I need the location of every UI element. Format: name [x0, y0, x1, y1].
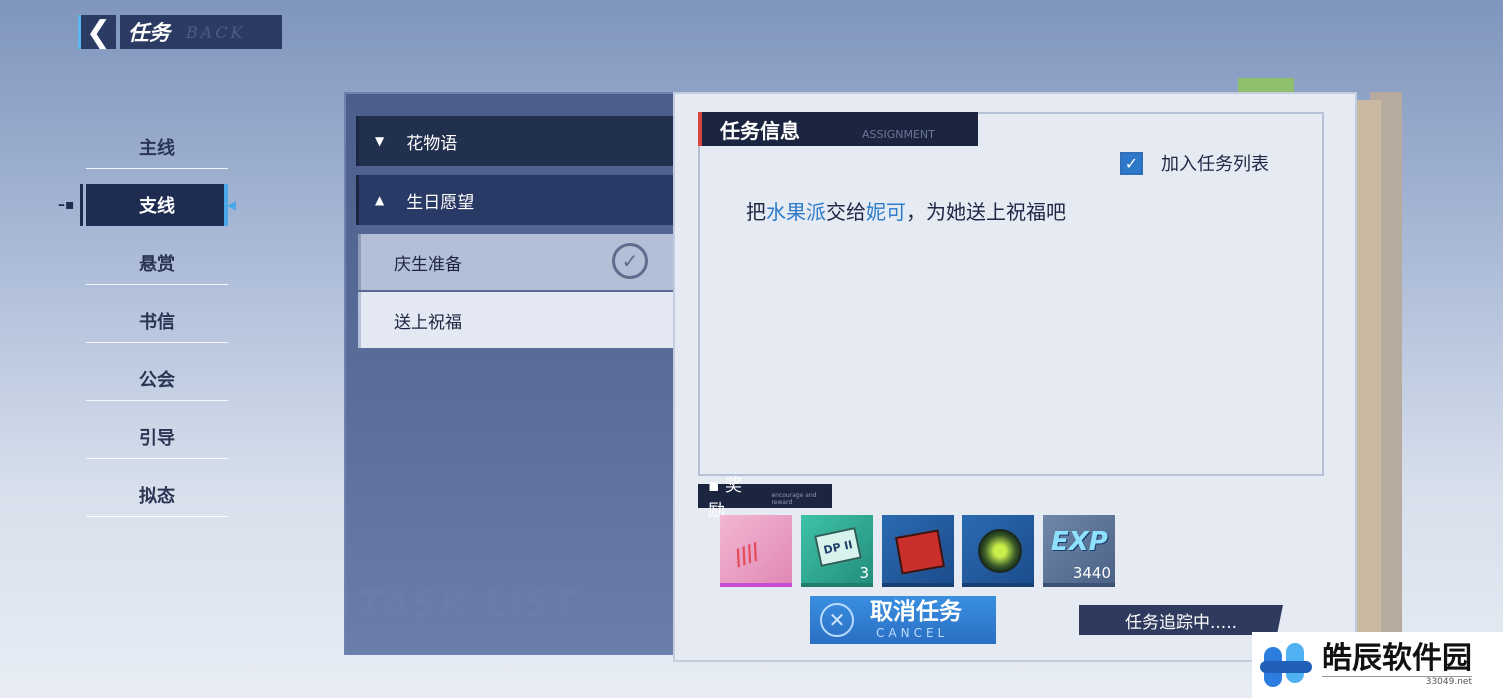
nav-label: 悬赏 [139, 254, 175, 275]
cancel-x-icon: ✕ [820, 603, 854, 637]
task-item-celebration-prep[interactable]: 庆生准备 ✓ [358, 234, 678, 290]
chevron-left-icon: ❮ [85, 14, 112, 50]
task-tracking-button[interactable]: 任务追踪中..... [1079, 605, 1283, 635]
task-label: 庆生准备 [394, 254, 462, 275]
exp-icon: EXP [1051, 527, 1108, 557]
green-orb-icon [978, 529, 1022, 573]
nav-item-guide[interactable]: 引导 [86, 408, 228, 466]
cancel-label: 取消任务 [870, 599, 962, 625]
site-watermark: 皓辰软件园 33049.net [1252, 632, 1503, 698]
desc-text: 把 [746, 200, 766, 224]
nav-label: 书信 [139, 312, 175, 333]
page-subtitle: BACK [186, 22, 246, 42]
category-nav: 主线 –▪ 支线 ◀ 悬赏 书信 公会 引导 拟态 [58, 118, 236, 524]
reward-item-4[interactable] [962, 515, 1034, 587]
dp-card-icon: DP II [814, 526, 862, 568]
active-bar [80, 184, 83, 226]
task-info-header: 任务信息 ASSIGNMENT [698, 112, 978, 146]
reward-item-5[interactable]: EXP 3440 [1043, 515, 1115, 587]
task-info-title: 任务信息 [720, 118, 800, 143]
task-label: 送上祝福 [394, 312, 462, 333]
caret-down-icon: ▼ [375, 134, 385, 148]
red-crate-icon [895, 529, 945, 575]
rewards-subtitle: encourage and reward [771, 492, 817, 506]
site-url: 33049.net [1322, 676, 1472, 687]
cancel-sublabel: CANCEL [876, 626, 949, 640]
task-description: 把水果派交给妮可，为她送上祝福吧 [746, 196, 1066, 225]
pink-material-icon: //// [730, 539, 762, 572]
category-huawuyu[interactable]: ▼ 花物语 [356, 116, 676, 166]
nav-label: 公会 [139, 370, 175, 391]
category-label: 花物语 [406, 133, 458, 154]
rewards-title: ▪ 奖励 [708, 476, 742, 521]
completed-check-icon: ✓ [612, 243, 648, 279]
nav-label: 引导 [139, 428, 175, 449]
reward-item-1[interactable]: //// [720, 515, 792, 587]
back-header: ❮ 任务 BACK [78, 14, 282, 50]
nav-item-bounty[interactable]: 悬赏 [86, 234, 228, 292]
nav-item-letters[interactable]: 书信 [86, 292, 228, 350]
reward-item-3[interactable] [882, 515, 954, 587]
nav-label: 拟态 [139, 486, 175, 507]
rewards-header: ▪ 奖励 encourage and reward [698, 476, 832, 521]
page-title-box: 任务 BACK [120, 15, 282, 49]
reward-count: 3440 [1072, 564, 1111, 582]
desc-text: 交给 [826, 200, 866, 224]
task-list-watermark: TASK LIST [358, 584, 579, 625]
site-logo-icon [1260, 639, 1312, 691]
nav-item-main[interactable]: 主线 [86, 118, 228, 176]
nav-label: 主线 [139, 138, 175, 159]
active-triangle-icon: ◀ [226, 198, 236, 212]
caret-up-icon: ▲ [375, 193, 385, 207]
category-label: 生日愿望 [406, 192, 475, 213]
nav-item-side[interactable]: –▪ 支线 ◀ [58, 184, 236, 226]
page-title: 任务 [128, 21, 170, 45]
add-to-task-list-label: 加入任务列表 [1161, 154, 1269, 175]
desc-text: ，为她送上祝福吧 [906, 200, 1066, 224]
nav-item-mimic[interactable]: 拟态 [86, 466, 228, 524]
nav-item-guild[interactable]: 公会 [86, 350, 228, 408]
add-to-task-list-toggle[interactable]: ✓ 加入任务列表 [1120, 150, 1269, 176]
desc-item-highlight: 水果派 [766, 200, 826, 224]
category-birthday-wish[interactable]: ▲ 生日愿望 [356, 175, 676, 225]
task-info-subtitle: ASSIGNMENT [862, 127, 935, 141]
site-name: 皓辰软件园 [1322, 640, 1472, 676]
back-button[interactable]: ❮ [78, 14, 116, 50]
task-item-send-blessing[interactable]: 送上祝福 [358, 292, 678, 348]
pointer-icon: –▪ [58, 197, 75, 213]
nav-label: 支线 [139, 196, 175, 217]
reward-count: 3 [859, 564, 869, 582]
cancel-task-button[interactable]: ✕ 取消任务 CANCEL [810, 596, 996, 644]
desc-npc-highlight: 妮可 [866, 200, 906, 224]
reward-item-2[interactable]: DP II 3 [801, 515, 873, 587]
cancel-button-text: 取消任务 CANCEL [870, 599, 962, 640]
checkbox-checked-icon[interactable]: ✓ [1120, 151, 1143, 175]
